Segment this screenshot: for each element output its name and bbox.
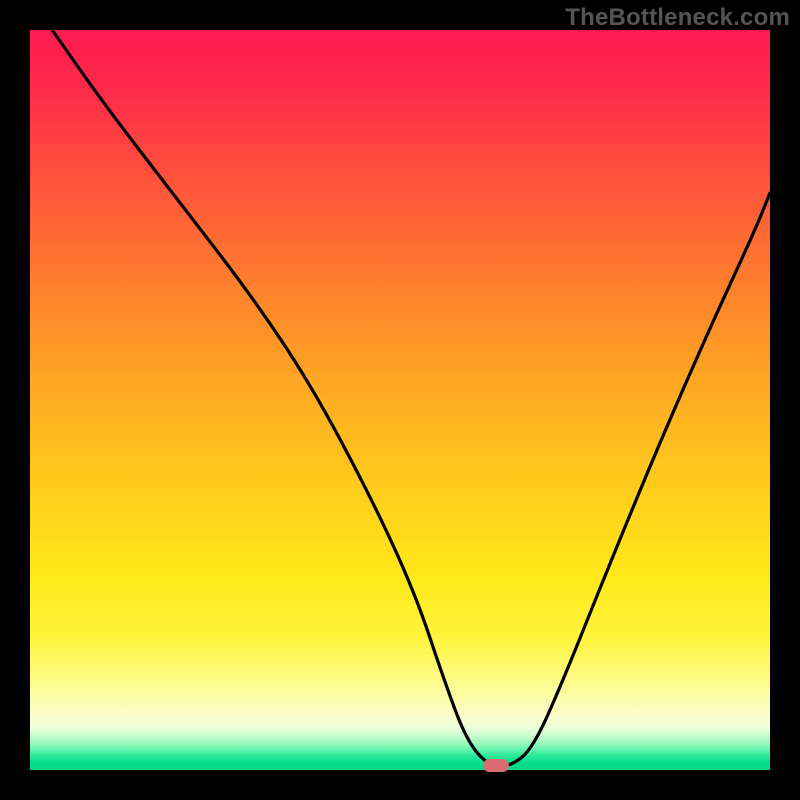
watermark-text: TheBottleneck.com	[565, 4, 790, 32]
chart-root: TheBottleneck.com	[0, 0, 800, 800]
optimal-marker	[483, 759, 509, 772]
bottleneck-curve	[30, 30, 770, 770]
plot-area	[30, 30, 770, 770]
